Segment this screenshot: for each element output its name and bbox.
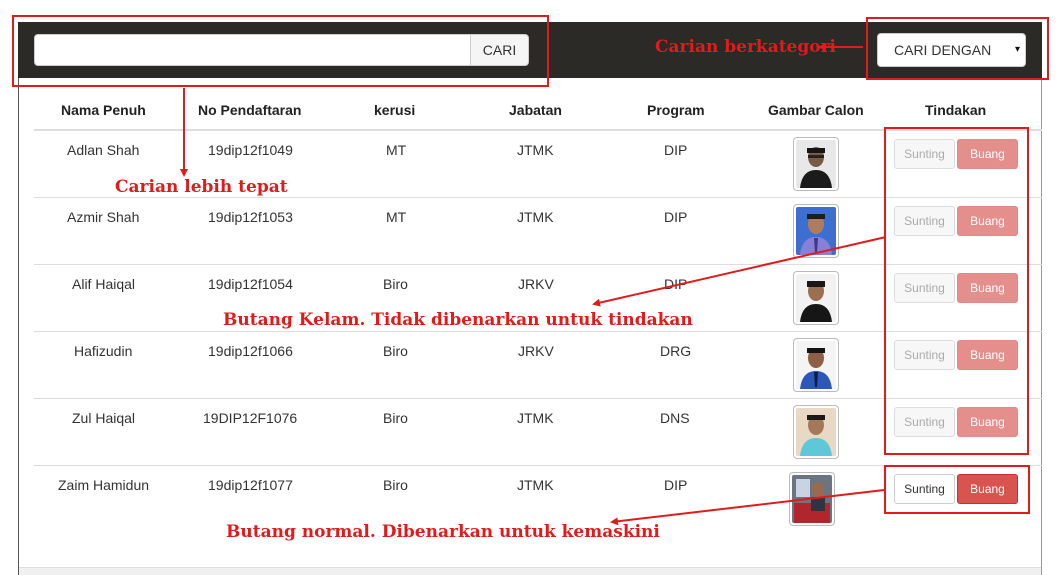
cell-name: Azmir Shah <box>67 209 140 225</box>
cell-registration: 19dip12f1066 <box>208 343 293 359</box>
cell-seat: Biro <box>383 276 408 292</box>
cell-department: JTMK <box>517 477 554 493</box>
annotation-normal-buttons: Butang normal. Dibenarkan untuk kemaskin… <box>226 522 660 542</box>
column-header-photo: Gambar Calon <box>768 102 864 118</box>
annotation-precise-search: Carian lebih tepat <box>115 177 288 197</box>
cell-registration: 19dip12f1053 <box>208 209 293 225</box>
candidate-photo <box>793 204 839 258</box>
cell-name: Hafizudin <box>74 343 133 359</box>
cell-department: JRKV <box>518 343 554 359</box>
column-header-name: Nama Penuh <box>61 102 146 118</box>
cell-name: Adlan Shah <box>67 142 140 158</box>
annotation-box-disabled-buttons <box>884 127 1029 455</box>
cell-seat: MT <box>386 142 407 158</box>
cell-seat: Biro <box>383 343 408 359</box>
candidate-photo <box>789 472 835 526</box>
column-header-seat: kerusi <box>374 102 416 118</box>
cell-name: Zul Haiqal <box>72 410 136 426</box>
cell-department: JTMK <box>517 209 554 225</box>
cell-department: JTMK <box>517 142 554 158</box>
cell-seat: Biro <box>383 477 408 493</box>
column-header-program: Program <box>647 102 705 118</box>
cell-program: DIP <box>664 276 688 292</box>
annotation-disabled-buttons: Butang Kelam. Tidak dibenarkan untuk tin… <box>223 310 693 330</box>
cell-department: JTMK <box>517 410 554 426</box>
column-header-registration: No Pendaftaran <box>198 102 302 118</box>
cell-program: DNS <box>660 410 690 426</box>
cell-program: DIP <box>664 142 688 158</box>
annotation-box-search <box>12 15 549 87</box>
cell-program: DRG <box>660 343 692 359</box>
cell-registration: 19dip12f1077 <box>208 477 293 493</box>
cell-name: Alif Haiqal <box>72 276 136 292</box>
cell-name: Zaim Hamidun <box>58 477 150 493</box>
cell-seat: Biro <box>383 410 408 426</box>
cell-department: JRKV <box>518 276 554 292</box>
cell-registration: 19DIP12F1076 <box>203 410 298 426</box>
candidate-photo <box>793 271 839 325</box>
cell-registration: 19dip12f1054 <box>208 276 293 292</box>
annotation-category-search: Carian berkategori <box>655 37 837 57</box>
candidate-photo <box>793 137 839 191</box>
cell-seat: MT <box>386 209 407 225</box>
annotation-box-normal-buttons <box>884 465 1030 514</box>
column-header-department: Jabatan <box>509 102 562 118</box>
table-footer <box>19 567 1041 575</box>
cell-registration: 19dip12f1049 <box>208 142 293 158</box>
candidate-photo <box>793 405 839 459</box>
cell-program: DIP <box>664 477 688 493</box>
candidate-photo <box>793 338 839 392</box>
column-header-actions: Tindakan <box>925 102 987 118</box>
annotation-box-category <box>866 17 1049 80</box>
cell-program: DIP <box>664 209 688 225</box>
